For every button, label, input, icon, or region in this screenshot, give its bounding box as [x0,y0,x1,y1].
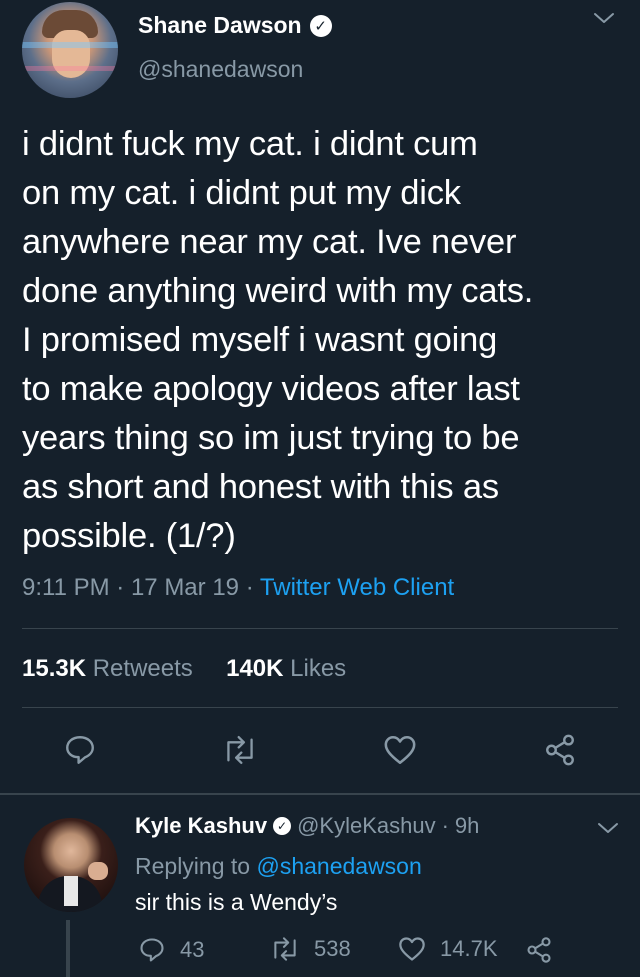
reply-author-handle[interactable]: @KyleKashuv [297,813,436,839]
tweet-text: i didnt fuck my cat. i didnt cum on my c… [22,125,534,555]
divider [22,707,618,708]
reply-menu-chevron-down-icon[interactable] [596,820,620,841]
section-divider [0,793,640,795]
verified-badge-icon: ✓ [309,14,332,37]
retweet-count: 538 [314,936,351,961]
reply-share-button[interactable] [524,936,554,964]
reply-reply-button[interactable]: 43 [138,936,204,964]
verified-badge-icon: ✓ [273,817,292,835]
tweet-menu-chevron-down-icon[interactable] [592,10,616,31]
reply-author-avatar[interactable] [24,818,118,912]
replying-to-mention[interactable]: @shanedawson [256,853,421,879]
reply-retweet-button[interactable]: 538 [270,936,351,962]
tweet-stats: 15.3K Retweets 140K Likes [22,655,346,683]
retweet-icon [270,936,300,962]
reply-text: sir this is a Wendy’s [135,889,338,915]
divider [22,628,618,629]
reply-count: 43 [180,937,205,962]
reply-author-row[interactable]: Kyle Kashuv ✓ @KyleKashuv · 9h [135,813,479,839]
reply-icon [138,936,166,964]
like-count: 14.7K [440,936,498,961]
tweet-date: 17 Mar 19 [130,574,240,601]
author-handle[interactable]: @shanedawson [138,56,303,83]
replying-to: Replying to @shanedawson [135,853,422,879]
share-icon[interactable] [540,730,580,770]
reply-age: 9h [454,813,480,838]
reply-author-name[interactable]: Kyle Kashuv [135,813,267,839]
reply-like-button[interactable]: 14.7K [398,936,498,962]
author-name[interactable]: Shane Dawson [138,12,302,39]
share-icon [524,936,554,964]
tweet-client-link[interactable]: Twitter Web Client [260,574,454,601]
likes-stat[interactable]: 140K Likes [226,655,346,682]
retweets-stat[interactable]: 15.3K Retweets [22,655,193,682]
tweet-time: 9:11 PM [22,574,110,601]
like-icon[interactable] [380,730,420,770]
tweet-meta: 9:11 PM · 17 Mar 19 · Twitter Web Client [22,574,455,601]
author-avatar[interactable] [22,2,118,98]
retweet-icon[interactable] [218,730,262,770]
like-icon [398,936,426,962]
reply-action-bar: 43 538 14.7K [0,936,640,976]
reply-icon[interactable] [60,730,100,770]
author-name-row[interactable]: Shane Dawson ✓ [138,12,332,39]
